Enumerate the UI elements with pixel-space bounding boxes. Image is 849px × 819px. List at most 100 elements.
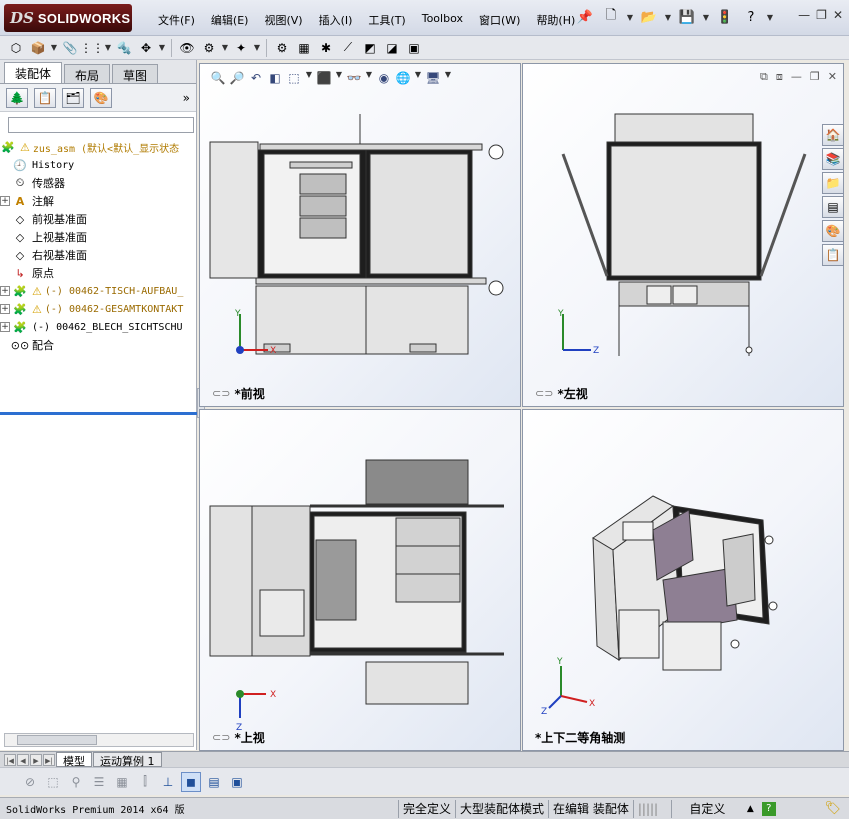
file-explorer-icon[interactable]: 📁 [822, 172, 844, 194]
list-icon[interactable]: ☰ [89, 772, 109, 792]
configuration-manager-icon[interactable]: 🗂 [62, 87, 84, 108]
viewport-front[interactable]: 🔍 🔎 ↶ ◧ ⬚ ▼ ⬛ ▼ 👓 ▼ ◉ 🌐 ▼ 🖥 ▼ Y X ⊂⊃ *前视 [199, 63, 521, 407]
table-icon[interactable]: ▦ [112, 772, 132, 792]
shaded-display-icon[interactable]: ◼ [181, 771, 201, 792]
tree-node-history[interactable]: 🕘 History [0, 156, 197, 174]
tab-motion-study[interactable]: 运动算例 1 [93, 752, 162, 768]
link-views-icon[interactable]: ⊂⊃ [535, 387, 553, 400]
chevron-down-icon[interactable]: ▼ [50, 43, 58, 52]
dimension-icon[interactable]: ⊥ [158, 772, 178, 792]
linear-pattern-icon[interactable]: ⋮⋮ [80, 38, 104, 58]
new-motion-study-icon[interactable]: ⚙ [272, 38, 292, 58]
tab-model[interactable]: 模型 [56, 752, 92, 768]
minimize-button[interactable]: — [798, 8, 810, 22]
last-tab-button[interactable]: ▶| [43, 753, 55, 766]
tree-node-origin[interactable]: ↳ 原点 [0, 264, 197, 282]
show-hidden-icon[interactable]: 👁 [177, 38, 197, 58]
viewport-top[interactable]: X Z ⊂⊃ *上视 [199, 409, 521, 751]
first-tab-button[interactable]: |◀ [4, 753, 16, 766]
edit-component-icon[interactable]: ⬡ [6, 38, 26, 58]
save-icon[interactable]: 💾 [676, 6, 698, 28]
tag-icon[interactable]: 🏷 [824, 801, 841, 816]
viewport-isometric[interactable]: Y X Z *上下二等角轴测 [522, 409, 844, 751]
menu-toolbox[interactable]: Toolbox [414, 10, 471, 30]
appearances-scenes-icon[interactable]: 🎨 [822, 220, 844, 242]
tree-node-subassembly-blech[interactable]: + 🧩 (-) 00462_BLECH_SICHTSCHU [0, 318, 197, 336]
viewport-left[interactable]: ⧉ ⧈ — ❐ ✕ Y Z ⊂⊃ *左视 [522, 63, 844, 407]
hide-component-icon[interactable]: ⊘ [20, 772, 40, 792]
tree-node-front-plane[interactable]: ◇ 前视基准面 [0, 210, 197, 228]
filter-input[interactable] [8, 117, 194, 133]
chevron-down-icon[interactable]: ▼ [626, 13, 634, 22]
view-palette-icon[interactable]: ▤ [822, 196, 844, 218]
status-large-assembly-mode[interactable]: 大型装配体模式 [455, 799, 548, 818]
traffic-light-icon[interactable]: 🚦 [714, 6, 736, 28]
assembly-features-icon[interactable]: ⚙ [199, 38, 219, 58]
feature-tree-icon[interactable]: 🌲 [6, 87, 28, 108]
mate-icon[interactable]: 📎 [60, 38, 80, 58]
next-tab-button[interactable]: ▶ [30, 753, 42, 766]
tab-assembly[interactable]: 装配体 [4, 62, 63, 83]
link-views-icon[interactable]: ⊂⊃ [212, 731, 230, 744]
tree-root-assembly[interactable]: 🧩 ⚠ zus_asm (默认<默认_显示状态 [0, 138, 197, 156]
new-doc-icon[interactable]: 🗋 [600, 6, 622, 28]
menu-view[interactable]: 视图(V) [256, 10, 310, 30]
property-manager-icon[interactable]: 📋 [34, 87, 56, 108]
expand-toggle[interactable]: + [0, 322, 10, 332]
tree-node-subassembly-gesamtkontakt[interactable]: + 🧩 ⚠ (-) 00462-GESAMTKONTAKT [0, 300, 197, 318]
align-icon[interactable]: ⫿ [135, 772, 155, 792]
expand-toggle[interactable]: + [0, 286, 10, 296]
save-view-icon[interactable]: ▣ [227, 772, 247, 792]
tree-node-right-plane[interactable]: ◇ 右视基准面 [0, 246, 197, 264]
chevron-down-icon[interactable]: ▼ [253, 43, 261, 52]
chevron-up-icon[interactable]: ▲ [747, 804, 754, 814]
instant3d-icon[interactable]: ▣ [404, 38, 424, 58]
tree-node-subassembly-tisch[interactable]: + 🧩 ⚠ (-) 00462-TISCH-AUFBAU_ [0, 282, 197, 300]
link-views-icon[interactable]: ⊂⊃ [212, 387, 230, 400]
insert-component-icon[interactable]: 📦 [28, 38, 48, 58]
help-icon[interactable]: ? [740, 6, 762, 28]
interference-detection-icon[interactable]: ◩ [360, 38, 380, 58]
solidworks-logo[interactable]: DS SOLIDWORKS [4, 4, 132, 32]
help-badge[interactable]: ? [761, 801, 776, 816]
pin-icon[interactable]: 📌 [574, 6, 596, 28]
solidworks-resources-icon[interactable]: 🏠 [822, 124, 844, 146]
chevron-down-icon[interactable]: ▼ [766, 13, 774, 22]
chevron-down-icon[interactable]: ▼ [702, 13, 710, 22]
expand-toggle[interactable]: + [0, 304, 10, 314]
cube-icon[interactable]: ⬚ [43, 772, 63, 792]
chevron-down-icon[interactable]: ▼ [158, 43, 166, 52]
explode-line-sketch-icon[interactable]: ⟋ [338, 38, 358, 58]
horizontal-scrollbar[interactable] [4, 733, 194, 747]
grid-view-icon[interactable]: ▤ [204, 772, 224, 792]
expand-panel-icon[interactable]: » [183, 91, 190, 105]
chevron-down-icon[interactable]: ▼ [664, 13, 672, 22]
bill-of-materials-icon[interactable]: ▦ [294, 38, 314, 58]
tree-node-top-plane[interactable]: ◇ 上视基准面 [0, 228, 197, 246]
chevron-down-icon[interactable]: ▼ [221, 43, 229, 52]
scrollbar-thumb[interactable] [17, 735, 97, 745]
reference-geometry-icon[interactable]: ✦ [231, 38, 251, 58]
design-library-icon[interactable]: 📚 [822, 148, 844, 170]
tab-layout[interactable]: 布局 [64, 64, 111, 83]
tree-node-mates[interactable]: ⊙⊙ 配合 [0, 336, 197, 354]
clearance-verification-icon[interactable]: ◪ [382, 38, 402, 58]
menu-window[interactable]: 窗口(W) [471, 10, 528, 30]
status-units-custom[interactable]: 自定义 [670, 799, 743, 818]
tab-sketch[interactable]: 草图 [112, 64, 159, 83]
expand-toggle[interactable]: + [0, 196, 10, 206]
chevron-down-icon[interactable]: ▼ [104, 43, 112, 52]
restore-button[interactable]: ❐ [816, 8, 827, 22]
tree-node-annotations[interactable]: + A 注解 [0, 192, 197, 210]
menu-insert[interactable]: 插入(I) [311, 10, 361, 30]
mate-reference-icon[interactable]: ⚲ [66, 772, 86, 792]
menu-tools[interactable]: 工具(T) [360, 10, 413, 30]
custom-properties-icon[interactable]: 📋 [822, 244, 844, 266]
display-manager-icon[interactable]: 🎨 [90, 87, 112, 108]
smart-fasteners-icon[interactable]: 🔩 [114, 38, 134, 58]
open-icon[interactable]: 📂 [638, 6, 660, 28]
close-button[interactable]: ✕ [833, 8, 843, 22]
exploded-view-icon[interactable]: ✱ [316, 38, 336, 58]
menu-edit[interactable]: 编辑(E) [203, 10, 257, 30]
tree-node-sensors[interactable]: ⏲ 传感器 [0, 174, 197, 192]
